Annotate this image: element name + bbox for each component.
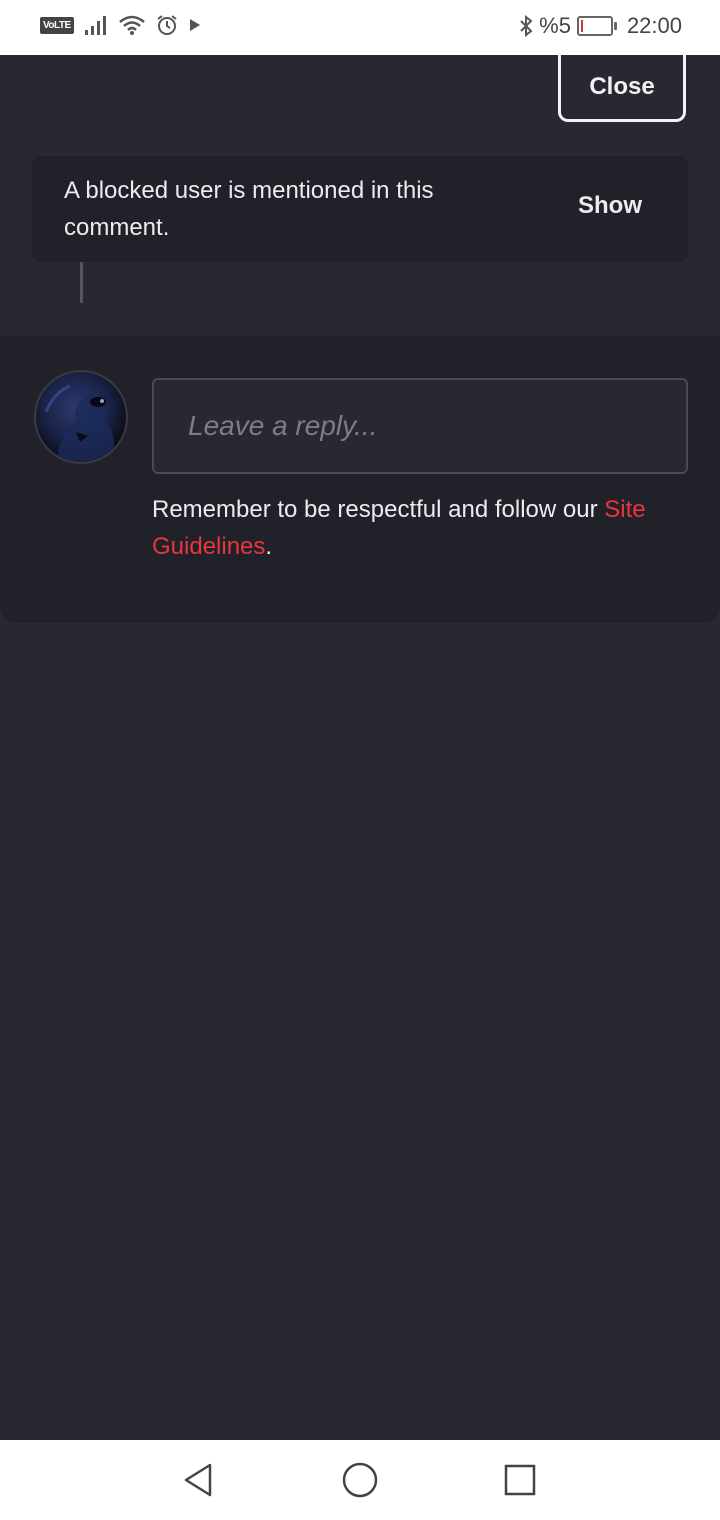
volte-icon: VoLTE: [40, 16, 74, 34]
play-icon: [189, 19, 200, 31]
guidelines-prefix: Remember to be respectful and follow our: [152, 496, 605, 523]
signal-icon: [84, 16, 106, 35]
clock: 22:00: [626, 13, 682, 38]
status-right: %5 22:00: [519, 13, 682, 39]
comment-thread-panel: Close A blocked user is mentioned in thi…: [0, 55, 720, 1440]
alarm-icon: [157, 15, 177, 35]
status-left: VoLTE: [40, 14, 202, 36]
status-bar: VoLTE %5 22:00: [0, 0, 720, 55]
reply-input[interactable]: [152, 378, 688, 474]
guidelines-text: Remember to be respectful and follow our…: [152, 491, 672, 565]
battery-level: [580, 20, 583, 32]
battery-icon: [576, 16, 617, 36]
show-button[interactable]: Show: [552, 192, 668, 220]
recents-icon[interactable]: [500, 1460, 540, 1500]
reply-section: Remember to be respectful and follow our…: [0, 336, 720, 623]
bluetooth-icon: [520, 15, 533, 37]
close-button[interactable]: Close: [558, 55, 686, 122]
guidelines-suffix: .: [265, 533, 273, 560]
avatar: [34, 370, 128, 464]
home-icon[interactable]: [340, 1460, 380, 1500]
blocked-user-notice: A blocked user is mentioned in this comm…: [32, 156, 688, 262]
wifi-icon: [118, 15, 145, 35]
back-icon[interactable]: [180, 1460, 220, 1500]
navigation-bar: [0, 1440, 720, 1520]
battery-percent: %5: [539, 13, 571, 38]
blocked-notice-text: A blocked user is mentioned in this comm…: [64, 177, 434, 241]
avatar-image: [44, 384, 115, 462]
thread-line: [80, 262, 83, 303]
